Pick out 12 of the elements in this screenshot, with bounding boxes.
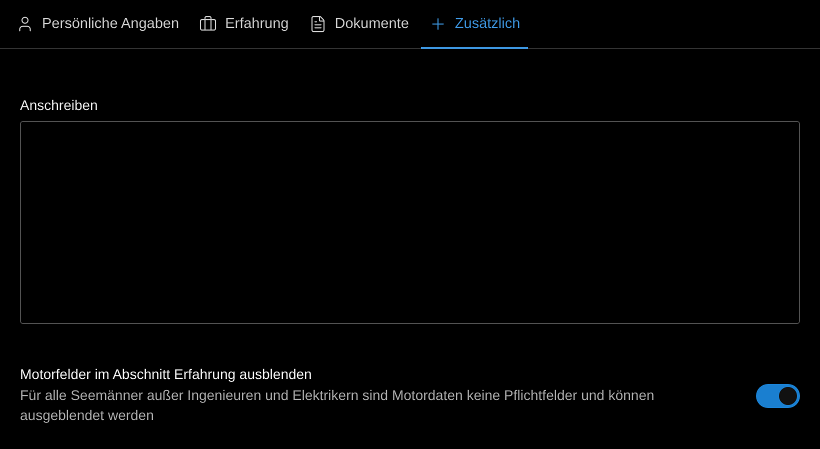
setting-title: Motorfelder im Abschnitt Erfahrung ausblenden	[20, 366, 313, 382]
tab[interactable]: Dokumente	[300, 0, 417, 49]
briefcase-icon	[199, 14, 218, 32]
setting-description: Für alle Seemänner außer Ingenieuren und Elektrikern sind Motordaten keine Pflichtfelder und können ausgeblendet werden	[20, 386, 656, 425]
tab[interactable]: Zusätzlich	[420, 0, 528, 49]
tab[interactable]: Persönliche Angaben	[8, 0, 188, 49]
tab[interactable]: Erfahrung	[191, 0, 297, 49]
user-icon	[16, 14, 34, 32]
cover-letter-field[interactable]	[20, 121, 800, 324]
field-label: Anschreiben	[20, 97, 99, 113]
document-icon	[308, 14, 327, 32]
toggle-switch[interactable]	[756, 384, 800, 408]
